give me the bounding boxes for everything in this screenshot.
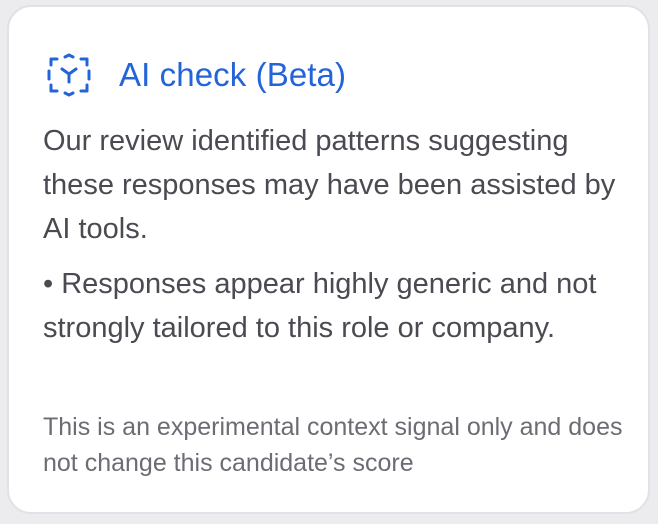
card-title: AI check (Beta) <box>119 56 347 93</box>
card-header: AI check (Beta) <box>45 49 346 101</box>
finding-item: • Responses appear highly generic and no… <box>43 268 597 344</box>
ai-check-card: AI check (Beta) Our review identified pa… <box>7 5 650 514</box>
summary-text: Our review identified patterns suggestin… <box>43 125 616 245</box>
ai-scan-icon <box>47 53 91 97</box>
disclaimer-text: This is an experimental context signal o… <box>43 413 623 477</box>
